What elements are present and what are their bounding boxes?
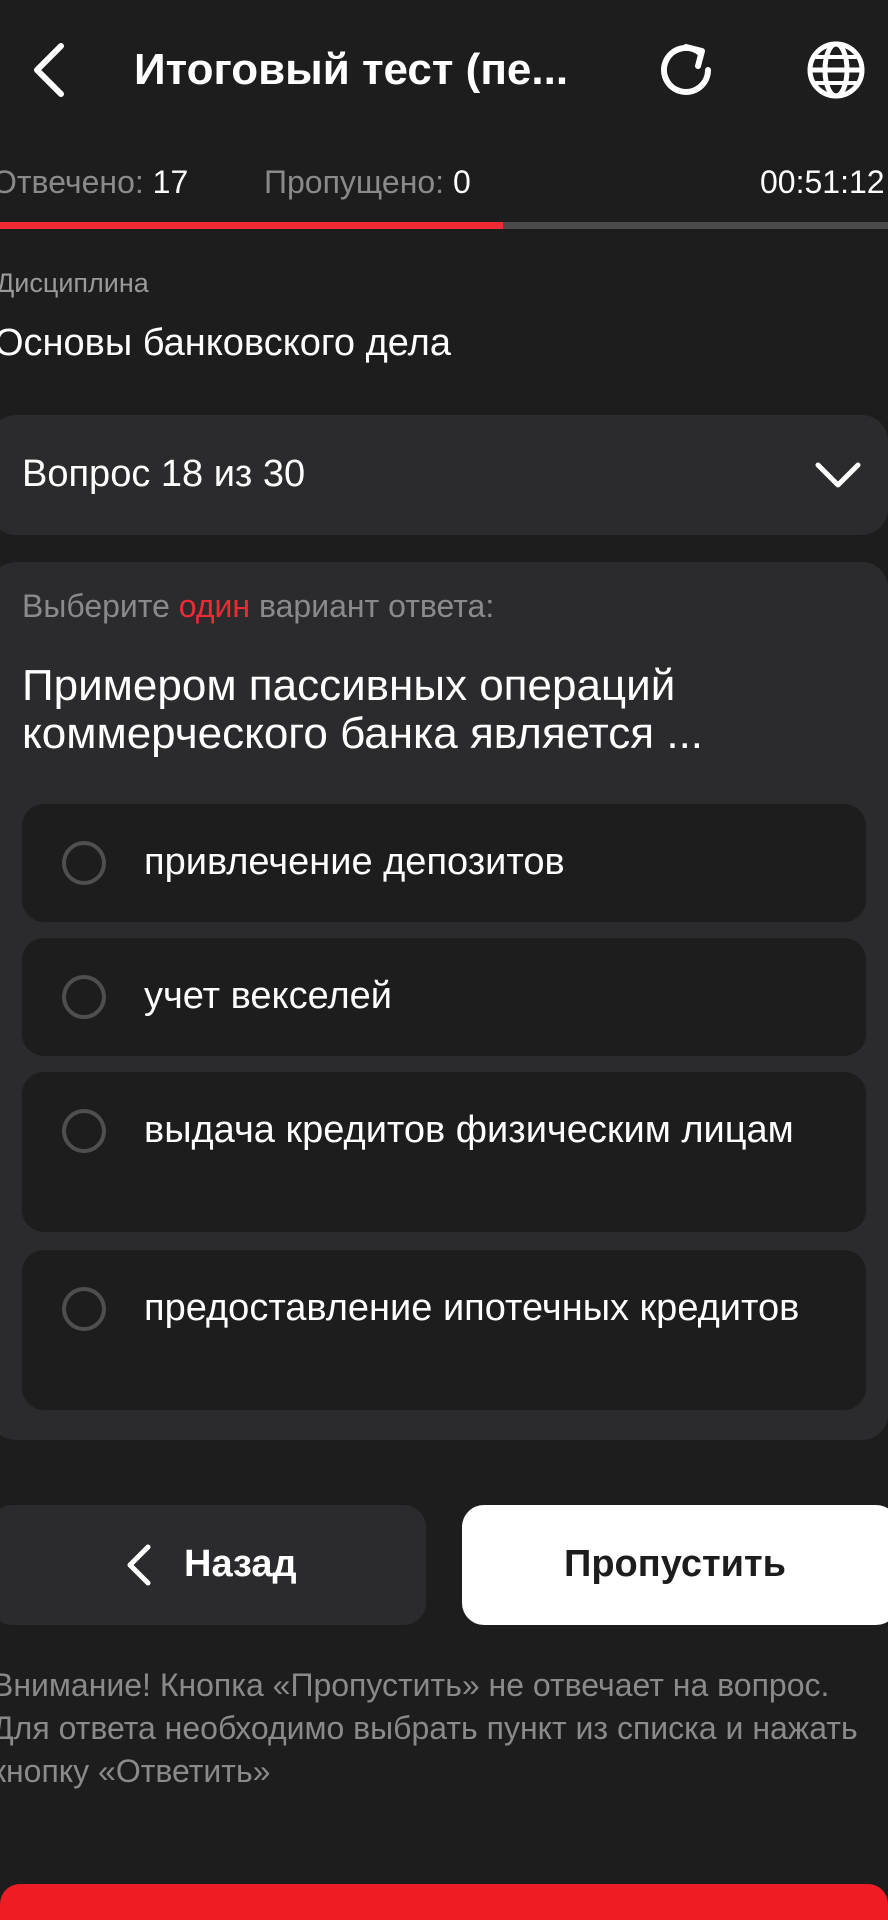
skipped-label: Пропущено: [264,164,445,200]
instruction-accent: один [178,588,251,624]
answer-option[interactable]: предоставление ипотечных кредитов [22,1250,866,1410]
answered-value: 17 [152,164,189,200]
back-nav-button[interactable] [14,30,84,110]
chevron-left-icon [127,1544,151,1586]
chevron-down-icon [815,462,861,488]
radio-button[interactable] [62,975,106,1019]
language-button[interactable] [796,30,876,110]
question-card: Выберите один вариант ответа: Примером п… [0,562,888,1440]
question-instruction: Выберите один вариант ответа: [22,588,494,625]
back-button[interactable]: Назад [0,1505,426,1625]
chevron-left-icon [34,43,64,97]
question-text: Примером пассивных операций коммерческог… [22,661,704,758]
test-screen: Итоговый тест (пе... Отвечено: 17 Пропущ… [0,0,888,1920]
discipline-label: Дисциплина [0,268,149,298]
progress-bar [0,222,888,229]
skip-button[interactable]: Пропустить [462,1505,888,1625]
answer-option[interactable]: выдача кредитов физическим лицам [22,1072,866,1232]
answer-option[interactable]: учет векселей [22,938,866,1056]
skipped-counter: Пропущено: 0 [264,160,471,204]
radio-button[interactable] [62,1287,106,1331]
back-button-label: Назад [184,1543,297,1585]
refresh-button[interactable] [648,30,728,110]
answer-option-label: учет векселей [144,975,392,1017]
answer-option-label: предоставление ипотечных кредитов [144,1287,800,1329]
skipped-value: 0 [452,164,471,200]
answer-option-label: выдача кредитов физическим лицам [144,1109,794,1151]
radio-button[interactable] [62,841,106,885]
progress-bar-fill [0,222,504,229]
radio-button[interactable] [62,1109,106,1153]
test-stats: Отвечено: 17 Пропущено: 0 00:51:12 [0,160,888,210]
instruction-post: вариант ответа: [258,588,495,624]
refresh-icon [661,44,711,95]
skip-button-label: Пропустить [564,1543,786,1585]
globe-icon [807,41,865,99]
answer-option-label: привлечение депозитов [144,841,565,883]
answered-counter: Отвечено: 17 [0,160,188,204]
instruction-pre: Выберите [22,588,170,624]
skip-warning-text: Внимание! Кнопка «Пропустить» не отвечае… [0,1667,858,1789]
page-title: Итоговый тест (пе... [134,45,569,94]
question-selector-dropdown[interactable]: Вопрос 18 из 30 [0,415,888,535]
top-app-bar: Итоговый тест (пе... [0,0,888,140]
timer: 00:51:12 [760,164,885,200]
answer-button[interactable] [0,1884,888,1920]
answer-option[interactable]: привлечение депозитов [22,804,866,922]
discipline-value: Основы банковского дела [0,322,451,364]
answered-label: Отвечено: [0,164,144,200]
question-number: Вопрос 18 из 30 [22,453,306,495]
